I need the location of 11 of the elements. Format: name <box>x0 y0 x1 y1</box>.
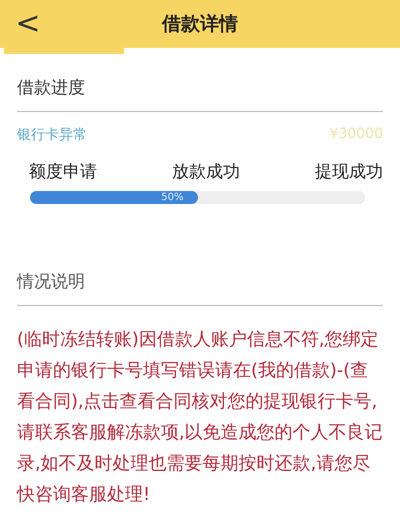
step-label: 提现成功 <box>315 161 383 183</box>
step-label: 放款成功 <box>172 161 240 183</box>
status-text: 银行卡异常 <box>17 126 87 144</box>
page-title: 借款详情 <box>162 12 238 37</box>
section-title: 借款进度 <box>17 77 86 100</box>
step-label: 额度申请 <box>29 161 97 183</box>
back-button[interactable]: < <box>0 9 48 39</box>
loan-amount: ¥30000 <box>330 126 383 144</box>
section-title: 情况说明 <box>17 271 86 294</box>
progress-reading: 50% <box>161 192 184 203</box>
explanation-text: (临时冻结转账)因借款人账户信息不符,您绑定申请的银行卡号填写错误请在(我的借款)-(查看合同),点击查看合同核对您的提现银行卡号,请联系客服解冻款项,以免造成您的个人不良记录,如不及时处理也需要每期按时还款,请您尽快咨询客服处理! <box>17 328 383 507</box>
